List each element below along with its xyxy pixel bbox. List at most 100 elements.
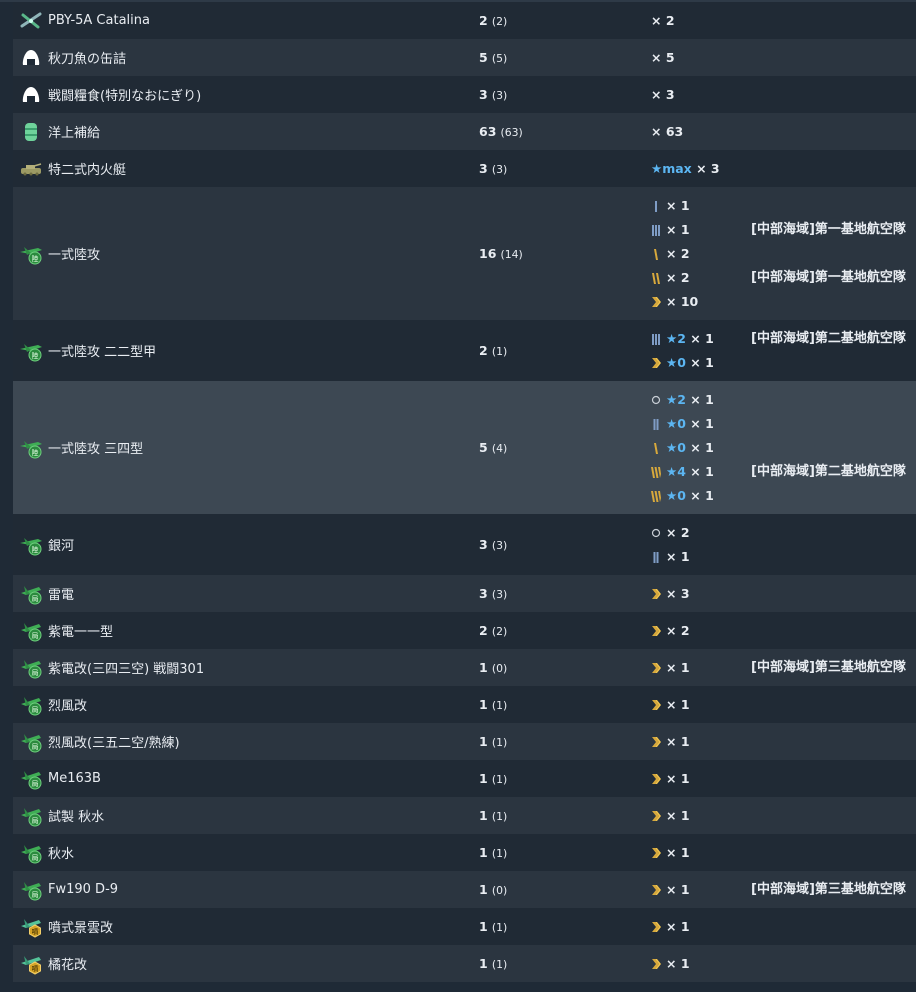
proficiency-7-icon xyxy=(651,847,663,859)
improvement-cell: × 3 xyxy=(651,76,751,113)
fleet-assignment-cell: [中部海域]第三基地航空隊 xyxy=(751,649,916,686)
equipment-name-cell: 局 烈風改 xyxy=(13,686,479,723)
improvement-multiplier: × 3 xyxy=(666,585,690,601)
equipment-name-cell: 噴噴式景雲改 xyxy=(13,908,479,945)
equipment-row[interactable]: 局 Fw190 D-9 1 (0) × 1 [中部海域]第三基地航空隊 xyxy=(13,871,916,908)
improvement-line: × 2 xyxy=(651,619,751,643)
improvement-cell: × 1 xyxy=(651,908,751,945)
equipment-count-cell: 63 (63) xyxy=(479,113,651,150)
equipment-name-cell: 局 雷電 xyxy=(13,575,479,612)
equipment-count: 1 xyxy=(479,770,488,786)
fleet-assignment-cell xyxy=(751,39,916,76)
equipment-count-unlocked: (3) xyxy=(491,162,508,176)
equipment-count-unlocked: (1) xyxy=(491,846,508,860)
improvement-line: ★4 × 1 xyxy=(651,460,751,484)
fleet-assignment: [中部海域]第二基地航空隊 xyxy=(751,463,906,479)
equipment-count: 1 xyxy=(479,807,488,823)
improvement-multiplier: × 1 xyxy=(690,487,714,503)
improvement-star: ★4 xyxy=(666,463,686,479)
equipment-count-unlocked: (2) xyxy=(491,14,508,28)
equipment-row[interactable]: 戦闘糧食(特別なおにぎり) 3 (3) × 3 xyxy=(13,76,916,113)
rice-ball-icon xyxy=(18,84,44,106)
equipment-count: 63 xyxy=(479,123,497,139)
equipment-count-cell: 1 (1) xyxy=(479,686,651,723)
equipment-name-cell: 局 烈風改(三五二空/熟練) xyxy=(13,723,479,760)
equipment-row[interactable]: 局 烈風改(三五二空/熟練) 1 (1) × 1 xyxy=(13,723,916,760)
fleet-assignment xyxy=(751,412,916,436)
fleet-assignment-cell xyxy=(751,2,916,39)
equipment-name: 一式陸攻 二二型甲 xyxy=(48,345,157,360)
improvement-line: × 1 xyxy=(651,545,751,569)
equipment-count-unlocked: (0) xyxy=(491,883,508,897)
improvement-line: × 1 xyxy=(651,878,751,902)
improvement-multiplier: × 1 xyxy=(690,415,714,431)
equipment-count-unlocked: (1) xyxy=(491,957,508,971)
improvement-line: × 1 xyxy=(651,841,751,865)
equipment-name-cell: 秋刀魚の缶詰 xyxy=(13,39,479,76)
fleet-assignment-cell: [中部海域]第三基地航空隊 xyxy=(751,871,916,908)
equipment-count-unlocked: (0) xyxy=(491,661,508,675)
flying-boat-icon xyxy=(18,10,44,32)
equipment-row[interactable]: 陸銀河 3 (3) × 2 × 1 xyxy=(13,514,916,575)
equipment-row[interactable]: 陸一式陸攻 三四型 5 (4) ★2 × 1 ★0 × 1 ★0 × 1 ★4 × 1 ★0… xyxy=(13,381,916,514)
equipment-name: 噴式景雲改 xyxy=(48,921,114,936)
svg-text:局: 局 xyxy=(32,669,39,677)
proficiency-7-icon xyxy=(651,588,663,600)
equipment-row[interactable]: 陸一式陸攻 16 (14) × 1 × 1 × 2 × 2 × 10 [中部海域]第一基地航空… xyxy=(13,187,916,320)
equipment-count-cell: 5 (4) xyxy=(479,381,651,514)
equipment-name-cell: 局 紫電改(三四三空) 戦闘301 xyxy=(13,649,479,686)
equipment-row[interactable]: 局 試製 秋水 1 (1) × 1 xyxy=(13,797,916,834)
improvement-cell: ★2 × 1 ★0 × 1 ★0 × 1 ★4 × 1 ★0 × 1 xyxy=(651,381,751,514)
improvement-line: ★0 × 1 xyxy=(651,412,751,436)
equipment-row[interactable]: 局 紫電改(三四三空) 戦闘301 1 (0) × 1 [中部海域]第三基地航空隊 xyxy=(13,649,916,686)
equipment-row[interactable]: 洋上補給 63 (63) × 63 xyxy=(13,113,916,150)
equipment-row[interactable]: 局 秋水 1 (1) × 1 xyxy=(13,834,916,871)
equipment-count-cell: 16 (14) xyxy=(479,187,651,320)
fleet-assignment-cell xyxy=(751,113,916,150)
fleet-assignment xyxy=(751,915,916,939)
equipment-row[interactable]: 特二式内火艇 3 (3) ★max × 3 xyxy=(13,150,916,187)
improvement-cell: × 1 xyxy=(651,834,751,871)
equipment-row[interactable]: 局 紫電一一型 2 (2) × 2 xyxy=(13,612,916,649)
proficiency-7-icon xyxy=(651,736,663,748)
equipment-row[interactable]: 噴噴式景雲改 1 (1) × 1 xyxy=(13,908,916,945)
equipment-name: 秋刀魚の缶詰 xyxy=(48,52,127,67)
fleet-assignment-cell xyxy=(751,908,916,945)
fleet-assignment-cell: [中部海域]第二基地航空隊 xyxy=(751,381,916,514)
equipment-name-cell: 戦闘糧食(特別なおにぎり) xyxy=(13,76,479,113)
equipment-row[interactable]: 噴橘花改 1 (1) × 1 xyxy=(13,945,916,982)
equipment-row[interactable]: 陸一式陸攻 二二型甲 2 (1) ★2 × 1 ★0 × 1 [中部海域]第二基地航空隊 xyxy=(13,320,916,381)
equipment-name-cell: 局 Me163B xyxy=(13,760,479,797)
amphibious-tank-icon xyxy=(18,158,44,180)
fleet-assignment xyxy=(751,767,916,791)
equipment-row[interactable]: 秋刀魚の缶詰 5 (5) × 5 xyxy=(13,39,916,76)
equipment-count-cell: 1 (0) xyxy=(479,649,651,686)
proficiency-7-icon xyxy=(651,884,663,896)
improvement-line: ★2 × 1 xyxy=(651,388,751,412)
proficiency-6-icon xyxy=(651,466,663,478)
proficiency-2-icon xyxy=(651,418,663,430)
proficiency-7-icon xyxy=(651,921,663,933)
improvement-line: ★max × 3 xyxy=(651,157,751,181)
equipment-row[interactable]: 局 Me163B 1 (1) × 1 xyxy=(13,760,916,797)
equipment-count-cell: 1 (1) xyxy=(479,945,651,982)
improvement-multiplier: × 1 xyxy=(666,844,690,860)
equipment-name-cell: 陸銀河 xyxy=(13,514,479,575)
equipment-row[interactable]: PBY-5A Catalina 2 (2) × 2 xyxy=(13,2,916,39)
interceptor-icon: 局 xyxy=(18,842,44,864)
equipment-count-unlocked: (3) xyxy=(491,587,508,601)
interceptor-icon: 局 xyxy=(18,805,44,827)
improvement-line: × 1 xyxy=(651,656,751,680)
improvement-star: ★2 xyxy=(666,391,686,407)
svg-text:噴: 噴 xyxy=(32,927,39,936)
equipment-row[interactable]: 局 雷電 3 (3) × 3 xyxy=(13,575,916,612)
proficiency-3-icon xyxy=(651,224,663,236)
equipment-count: 1 xyxy=(479,881,488,897)
equipment-name-cell: 噴橘花改 xyxy=(13,945,479,982)
equipment-count-unlocked: (1) xyxy=(491,735,508,749)
svg-text:局: 局 xyxy=(32,595,39,603)
fleet-assignment xyxy=(751,290,916,314)
proficiency-5-icon xyxy=(651,272,663,284)
equipment-row[interactable]: 局 烈風改 1 (1) × 1 xyxy=(13,686,916,723)
improvement-line: × 2 xyxy=(651,9,751,33)
